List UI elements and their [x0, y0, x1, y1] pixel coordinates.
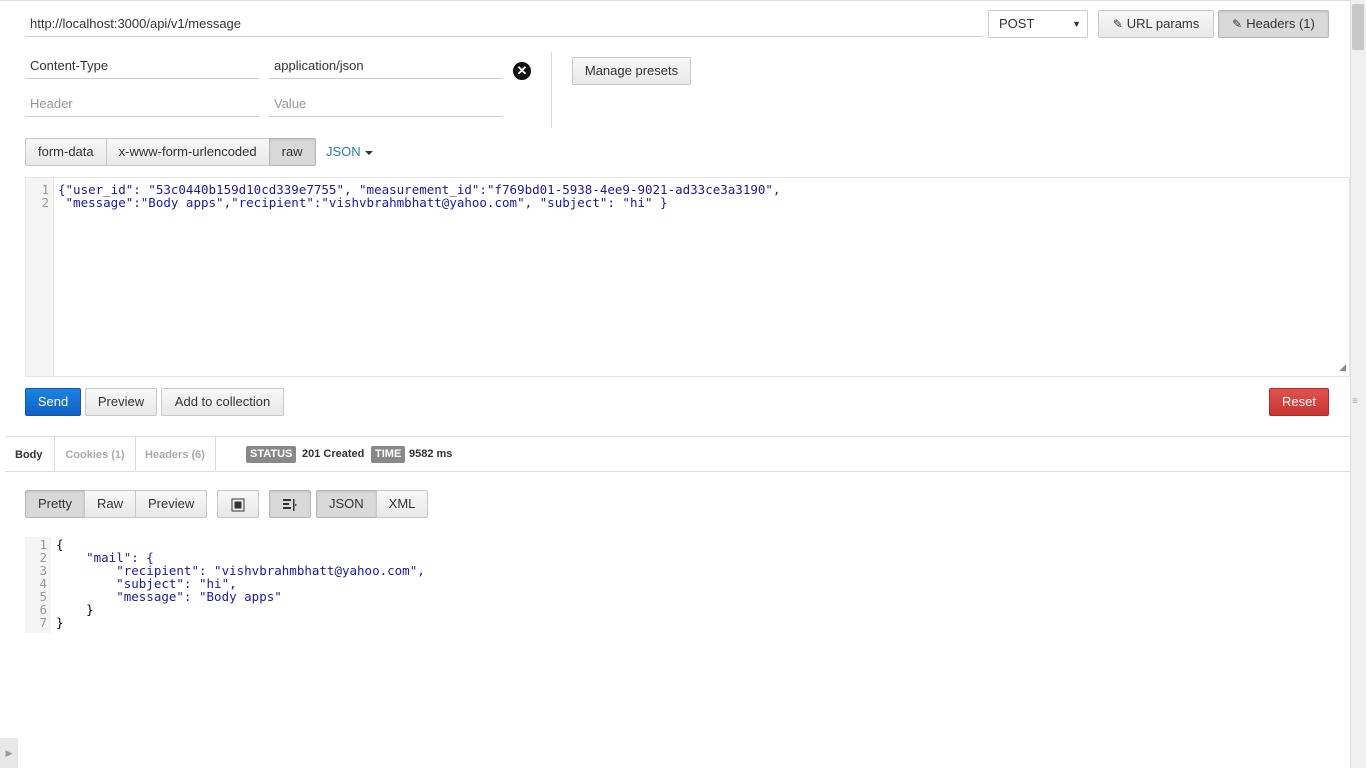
sidebar-toggle-icon[interactable]: ▶ — [0, 738, 18, 768]
request-body-editor[interactable]: 1 2 {"user_id": "53c0440b159d10cd339e775… — [25, 177, 1350, 377]
wrap-lines-button[interactable] — [269, 490, 311, 518]
fullscreen-icon — [231, 498, 245, 512]
response-line: } — [56, 615, 64, 630]
send-button[interactable]: Send — [25, 388, 81, 416]
body-type-group: form-data x-www-form-urlencoded raw — [25, 138, 316, 166]
chevron-down-icon: ▼ — [1072, 19, 1081, 29]
top-border — [0, 0, 1350, 1]
tab-body[interactable]: Body — [15, 437, 43, 471]
method-select[interactable]: POST ▼ — [988, 10, 1088, 38]
tab-headers[interactable]: Headers (6) — [135, 437, 216, 471]
scrollbar[interactable] — [1350, 0, 1366, 768]
new-header-key-input[interactable] — [25, 91, 259, 117]
remove-header-icon[interactable]: ✕ — [513, 62, 531, 80]
status-value: 201 Created — [302, 448, 365, 460]
response-body: 1 2 3 4 5 6 7 { "mail": { "recipient": "… — [25, 537, 525, 633]
edit-icon: ✎ — [1232, 17, 1243, 31]
line-number: 2 — [41, 195, 49, 210]
new-header-value-input[interactable] — [269, 91, 503, 117]
method-value: POST — [999, 16, 1035, 31]
divider — [551, 52, 552, 128]
headers-button[interactable]: ✎ Headers (1) — [1218, 10, 1329, 38]
time-badge: TIME — [371, 446, 406, 463]
add-to-collection-button[interactable]: Add to collection — [161, 388, 284, 416]
line-number: 7 — [39, 615, 47, 630]
edit-icon: ✎ — [1112, 17, 1123, 31]
header-value-input[interactable] — [269, 53, 503, 79]
url-params-button[interactable]: ✎ URL params — [1098, 10, 1214, 38]
preview-button[interactable]: Preview — [85, 388, 157, 416]
view-preview-button[interactable]: Preview — [134, 490, 208, 518]
editor-line: "message":"Body apps","recipient":"vishv… — [58, 195, 668, 210]
fullscreen-button[interactable] — [217, 490, 259, 518]
reset-button[interactable]: Reset — [1269, 388, 1329, 416]
splitter-grip-icon[interactable]: ≡ — [1352, 396, 1358, 407]
body-type-form-data[interactable]: form-data — [25, 138, 107, 166]
response-format-group: JSON XML — [316, 490, 429, 518]
url-input[interactable] — [25, 11, 983, 37]
view-raw-button[interactable]: Raw — [83, 490, 136, 518]
view-pretty-button[interactable]: Pretty — [25, 490, 85, 518]
caret-down-icon — [364, 150, 373, 155]
format-dropdown[interactable]: JSON — [326, 144, 373, 159]
format-xml-button[interactable]: XML — [375, 490, 429, 518]
body-type-raw[interactable]: raw — [268, 138, 316, 166]
wrap-lines-icon — [283, 498, 298, 511]
resize-handle-icon[interactable]: ◢ — [1339, 362, 1346, 373]
tab-cookies[interactable]: Cookies (1) — [54, 437, 136, 471]
manage-presets-button[interactable]: Manage presets — [572, 57, 691, 85]
header-key-input[interactable] — [25, 53, 259, 79]
status-badge: STATUS — [246, 446, 297, 463]
response-view-group: Pretty Raw Preview — [25, 490, 208, 518]
scrollbar-thumb[interactable] — [1352, 4, 1364, 50]
time-value: 9582 ms — [409, 448, 453, 460]
editor-gutter: 1 2 — [26, 178, 54, 376]
format-json-button[interactable]: JSON — [316, 490, 377, 518]
body-type-urlencoded[interactable]: x-www-form-urlencoded — [105, 138, 270, 166]
response-gutter: 1 2 3 4 5 6 7 — [25, 537, 51, 633]
